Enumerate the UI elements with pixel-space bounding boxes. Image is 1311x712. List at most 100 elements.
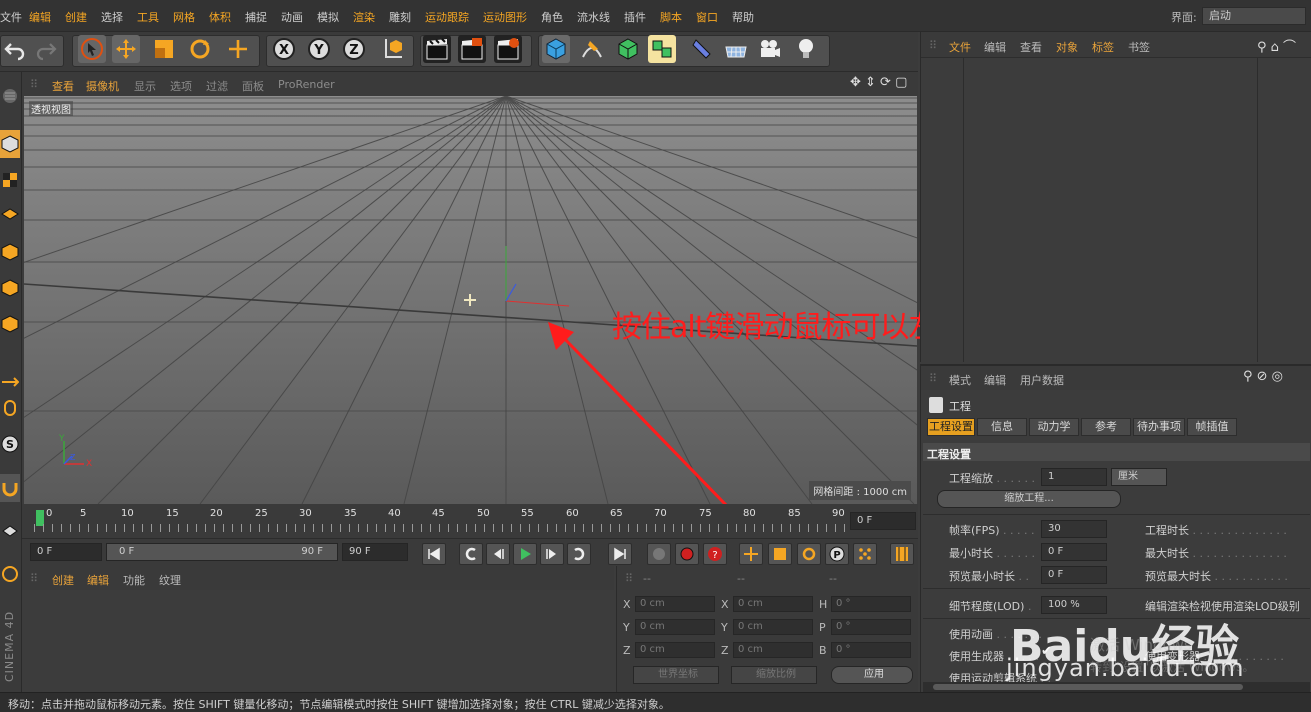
scale-mode-select[interactable]: 缩放比例 bbox=[731, 666, 817, 684]
axis-mode-icon[interactable] bbox=[0, 368, 20, 396]
magnet-icon[interactable] bbox=[0, 474, 20, 502]
start-frame-field[interactable]: 0 F bbox=[30, 543, 102, 561]
workplane-icon[interactable] bbox=[0, 200, 20, 228]
attribute-scrollbar[interactable] bbox=[923, 682, 1310, 692]
transform-icon[interactable] bbox=[224, 35, 252, 63]
key-pla-icon[interactable] bbox=[853, 543, 877, 565]
material-menu-texture[interactable]: 纹理 bbox=[159, 572, 181, 588]
apply-button[interactable]: 应用 bbox=[831, 666, 913, 684]
menu-motion-tracking[interactable]: 运动跟踪 bbox=[425, 9, 469, 25]
project-scale-unit-select[interactable]: 厘米 bbox=[1111, 468, 1167, 486]
timeline-ruler[interactable]: 0 5 10 15 20 25 30 35 40 45 50 55 60 65 … bbox=[22, 504, 918, 538]
tab-info[interactable]: 信息 bbox=[977, 418, 1027, 436]
pen-spline-icon[interactable] bbox=[578, 35, 606, 63]
fps-field[interactable]: 30 bbox=[1041, 520, 1107, 538]
make-editable-icon[interactable] bbox=[0, 82, 20, 110]
next-key-icon[interactable] bbox=[567, 543, 591, 565]
tab-dynamics[interactable]: 动力学 bbox=[1029, 418, 1079, 436]
render-picture-queue-icon[interactable] bbox=[458, 35, 486, 63]
material-menu-function[interactable]: 功能 bbox=[123, 572, 145, 588]
om-menu-file[interactable]: 文件 bbox=[949, 39, 971, 55]
viewport-menu-panel[interactable]: 面板 bbox=[242, 78, 264, 94]
key-scale-icon[interactable] bbox=[768, 543, 792, 565]
workplane-grid-icon[interactable] bbox=[0, 560, 20, 588]
size-x-field[interactable]: 0 cm bbox=[733, 596, 813, 612]
am-menu-edit[interactable]: 编辑 bbox=[984, 372, 1006, 388]
timeline-window-icon[interactable] bbox=[890, 543, 914, 565]
render-settings-icon[interactable] bbox=[494, 35, 522, 63]
tab-todo[interactable]: 待办事项 bbox=[1133, 418, 1185, 436]
light-icon[interactable] bbox=[792, 35, 820, 63]
menu-script[interactable]: 脚本 bbox=[660, 9, 682, 25]
frame-range-slider[interactable]: 0 F 90 F bbox=[106, 543, 338, 561]
menu-window[interactable]: 窗口 bbox=[696, 9, 718, 25]
menu-render[interactable]: 渲染 bbox=[353, 9, 375, 25]
redo-icon[interactable] bbox=[32, 35, 60, 63]
scale-project-button[interactable]: 缩放工程... bbox=[937, 490, 1121, 508]
am-menu-mode[interactable]: 模式 bbox=[949, 372, 971, 388]
om-search-icon[interactable]: ⚲ ⌂ ⌒ bbox=[1257, 36, 1296, 55]
next-frame-icon[interactable] bbox=[540, 543, 564, 565]
end-frame-field[interactable]: 90 F bbox=[342, 543, 408, 561]
menu-select[interactable]: 选择 bbox=[101, 9, 123, 25]
move-icon[interactable] bbox=[112, 35, 140, 63]
menu-create[interactable]: 创建 bbox=[65, 9, 87, 25]
texture-mode-icon[interactable] bbox=[0, 166, 20, 194]
size-z-field[interactable]: 0 cm bbox=[733, 642, 813, 658]
menu-mograph[interactable]: 运动图形 bbox=[483, 9, 527, 25]
min-time-field[interactable]: 0 F bbox=[1041, 543, 1107, 561]
current-frame-field[interactable]: 0 F bbox=[850, 512, 916, 530]
viewport-menu-view[interactable]: 查看 bbox=[52, 78, 74, 94]
go-to-start-icon[interactable] bbox=[422, 543, 446, 565]
cube-icon[interactable] bbox=[542, 35, 570, 63]
lock-workplane-icon[interactable] bbox=[0, 518, 20, 546]
menu-help[interactable]: 帮助 bbox=[732, 9, 754, 25]
am-menu-user-data[interactable]: 用户数据 bbox=[1020, 372, 1064, 388]
key-rotation-icon[interactable] bbox=[797, 543, 821, 565]
om-menu-objects[interactable]: 对象 bbox=[1056, 39, 1078, 55]
menu-mesh[interactable]: 网格 bbox=[173, 9, 195, 25]
am-search-icon[interactable]: ⚲ ⊘ ◎ bbox=[1243, 369, 1283, 384]
om-menu-view[interactable]: 查看 bbox=[1020, 39, 1042, 55]
menu-simulate[interactable]: 模拟 bbox=[317, 9, 339, 25]
menu-plugins[interactable]: 插件 bbox=[624, 9, 646, 25]
rotation-h-field[interactable]: 0 ° bbox=[831, 596, 911, 612]
viewport-menu-cameras[interactable]: 摄像机 bbox=[86, 78, 119, 94]
menu-volume[interactable]: 体积 bbox=[209, 9, 231, 25]
go-to-end-icon[interactable] bbox=[608, 543, 632, 565]
world-coordinates-select[interactable]: 世界坐标 bbox=[633, 666, 719, 684]
model-mode-icon[interactable] bbox=[0, 130, 20, 158]
viewport-menu-display[interactable]: 显示 bbox=[134, 78, 156, 94]
rotate-icon[interactable] bbox=[186, 35, 214, 63]
viewport-menu-options[interactable]: 选项 bbox=[170, 78, 192, 94]
viewport-nav-icons[interactable]: ✥ ⇕ ⟳ ▢ bbox=[850, 75, 907, 90]
position-x-field[interactable]: 0 cm bbox=[635, 596, 715, 612]
array-icon[interactable] bbox=[648, 35, 676, 63]
key-position-icon[interactable] bbox=[739, 543, 763, 565]
menu-edit[interactable]: 编辑 bbox=[29, 9, 51, 25]
om-menu-tags[interactable]: 标签 bbox=[1092, 39, 1114, 55]
perspective-viewport[interactable]: Y X Z 透视视图 网格间距 : 1000 cm bbox=[24, 96, 917, 504]
position-z-field[interactable]: 0 cm bbox=[635, 642, 715, 658]
undo-icon[interactable] bbox=[1, 35, 29, 63]
previous-frame-icon[interactable] bbox=[486, 543, 510, 565]
snap-icon[interactable]: S bbox=[0, 430, 20, 458]
deformer-icon[interactable] bbox=[688, 35, 716, 63]
record-disabled-icon[interactable] bbox=[647, 543, 671, 565]
tab-project-settings[interactable]: 工程设置 bbox=[927, 418, 975, 436]
play-icon[interactable] bbox=[513, 543, 537, 565]
polygons-mode-icon[interactable] bbox=[0, 310, 20, 338]
menu-pipeline[interactable]: 流水线 bbox=[577, 9, 610, 25]
live-select-icon[interactable] bbox=[78, 35, 106, 63]
keyframe-selection-icon[interactable]: ? bbox=[703, 543, 727, 565]
menu-tools[interactable]: 工具 bbox=[137, 9, 159, 25]
points-mode-icon[interactable] bbox=[0, 238, 20, 266]
viewport-menu-prorender[interactable]: ProRender bbox=[278, 78, 335, 91]
edges-mode-icon[interactable] bbox=[0, 274, 20, 302]
rotation-p-field[interactable]: 0 ° bbox=[831, 619, 911, 635]
om-menu-bookmarks[interactable]: 书签 bbox=[1128, 39, 1150, 55]
scale-icon[interactable] bbox=[150, 35, 178, 63]
preview-min-field[interactable]: 0 F bbox=[1041, 566, 1107, 584]
tweak-mode-icon[interactable] bbox=[0, 394, 20, 422]
project-scale-field[interactable]: 1 bbox=[1041, 468, 1107, 486]
